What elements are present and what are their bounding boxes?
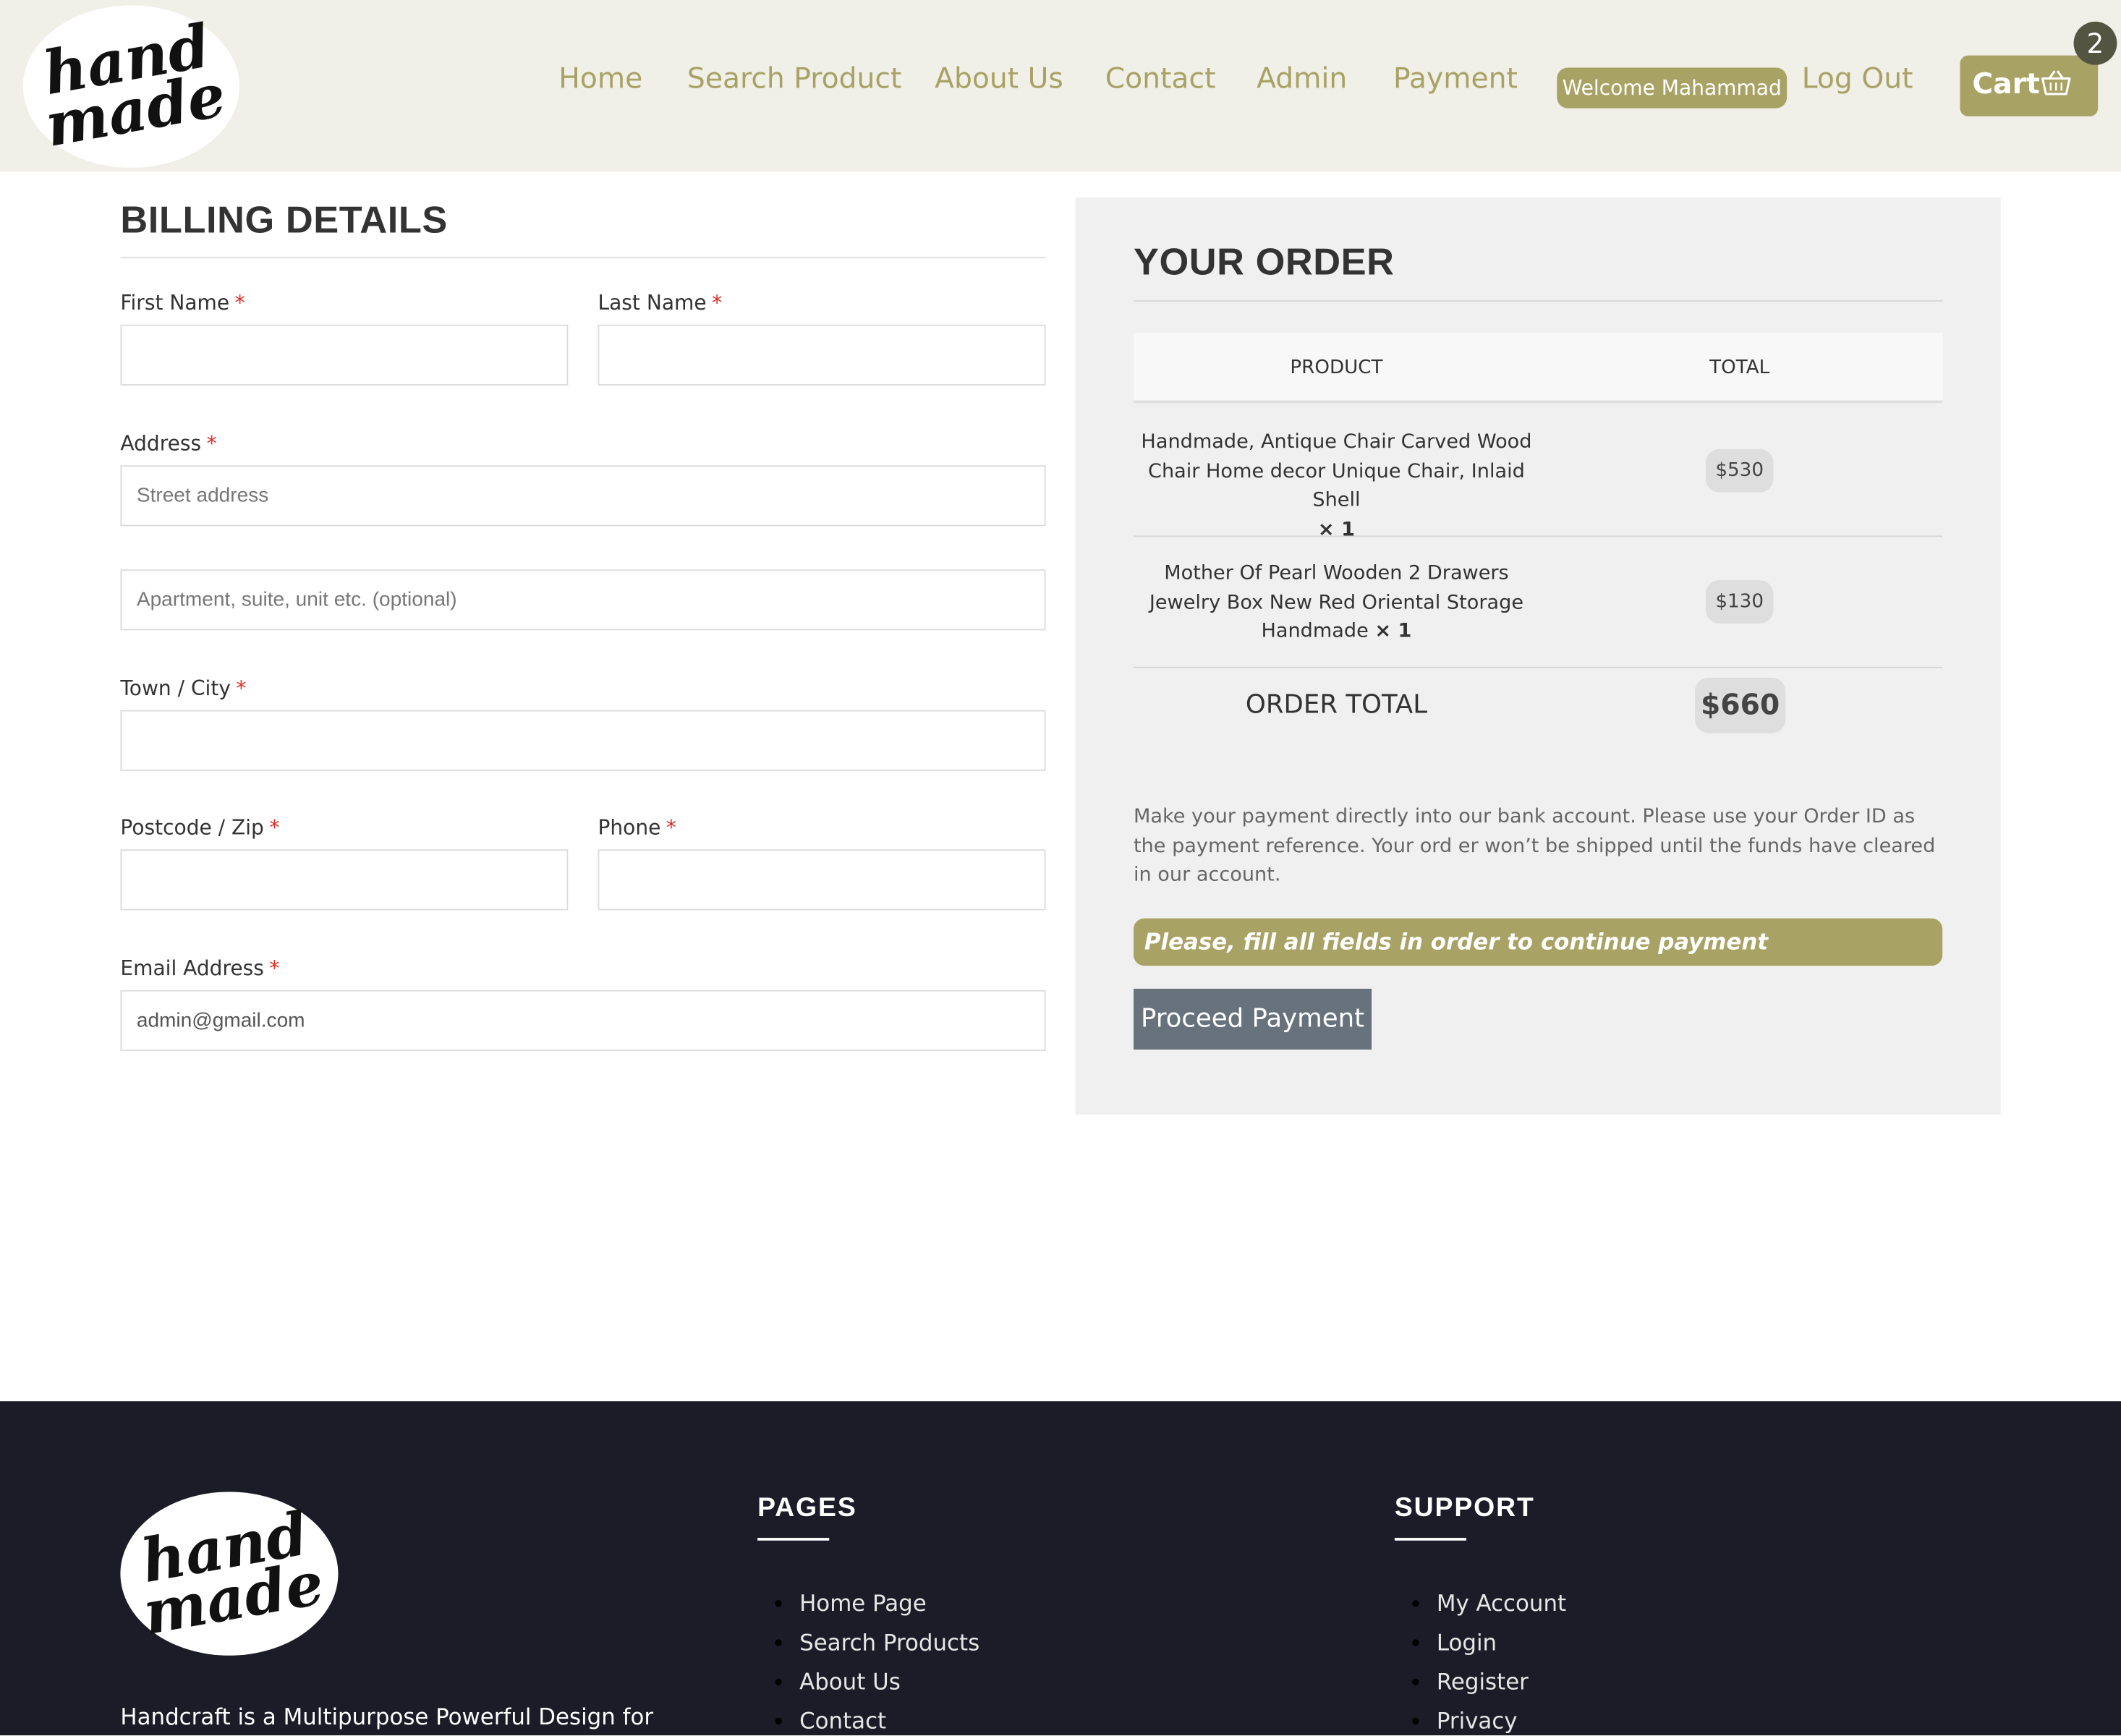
col-product: PRODUCT [1290, 357, 1383, 379]
order-table-header: PRODUCT TOTAL [1133, 332, 1943, 404]
nav-search-product[interactable]: Search Product [687, 62, 901, 95]
required-mark: * [712, 291, 723, 315]
phone-label: Phone * [598, 815, 676, 841]
order-item-name: Handmade, Antique Chair Carved Wood Chai… [1141, 431, 1532, 541]
order-item-price: $530 [1705, 448, 1774, 493]
required-mark: * [269, 956, 280, 981]
footer-support-underline [1394, 1538, 1466, 1541]
billing-divider [120, 257, 1046, 259]
footer-support-title: SUPPORT [1394, 1493, 1535, 1523]
basket-icon [2041, 70, 2071, 95]
nav-home[interactable]: Home [558, 62, 642, 95]
footer-link-contact[interactable]: Contact [798, 1701, 979, 1736]
footer-link-register[interactable]: Register [1435, 1662, 1566, 1701]
order-item-qty: × 1 [1374, 621, 1412, 643]
footer-link-home-page[interactable]: Home Page [798, 1584, 979, 1623]
logout-link[interactable]: Log Out [1802, 62, 1913, 95]
town-city-field[interactable] [120, 710, 1046, 771]
payment-note: Make your payment directly into our bank… [1133, 806, 1936, 886]
postcode-field[interactable] [120, 849, 569, 911]
order-divider [1133, 300, 1943, 302]
footer-link-login[interactable]: Login [1435, 1623, 1566, 1662]
order-total-value: $660 [1694, 677, 1786, 733]
required-mark: * [234, 291, 245, 315]
last-name-field[interactable] [598, 324, 1046, 386]
phone-field[interactable] [598, 849, 1046, 911]
site-header: hand made Home Search Product About Us C… [0, 0, 2121, 172]
required-mark: * [236, 676, 247, 701]
footer-support-list: My Account Login Register Privacy [1416, 1584, 1566, 1736]
row-divider [1133, 535, 1943, 537]
footer-logo[interactable]: hand made [120, 1492, 339, 1656]
first-name-label: First Name * [120, 291, 245, 315]
nav-about-us[interactable]: About Us [935, 62, 1063, 95]
apartment-input[interactable] [122, 571, 1045, 629]
required-mark: * [666, 815, 676, 841]
cart-button[interactable]: Cart [1960, 55, 2099, 116]
street-address-field[interactable] [120, 465, 1046, 527]
required-mark: * [206, 431, 217, 456]
required-mark: * [269, 815, 280, 841]
cart-count-badge: 2 [2073, 21, 2117, 65]
address-label: Address * [120, 431, 217, 456]
cart-label: Cart [1972, 67, 2040, 101]
order-item-name: Mother Of Pearl Wooden 2 Drawers Jewelry… [1149, 562, 1524, 643]
nav-admin[interactable]: Admin [1257, 62, 1347, 95]
last-name-label: Last Name * [598, 291, 723, 315]
email-field[interactable] [120, 990, 1046, 1051]
email-label: Email Address * [120, 956, 280, 981]
postcode-label: Postcode / Zip * [120, 815, 280, 841]
billing-title: BILLING DETAILS [120, 198, 448, 241]
order-item-price: $130 [1705, 580, 1774, 624]
phone-input[interactable] [599, 851, 1045, 909]
site-logo[interactable]: hand made [22, 5, 239, 168]
proceed-payment-button[interactable]: Proceed Payment [1133, 988, 1372, 1050]
order-item-qty: × 1 [1317, 519, 1355, 541]
nav-contact[interactable]: Contact [1105, 62, 1216, 95]
welcome-badge: Welcome Mahammad [1557, 67, 1788, 109]
apartment-field[interactable] [120, 569, 1046, 631]
footer-logo-text: hand made [136, 1499, 329, 1648]
first-name-input[interactable] [122, 326, 567, 385]
nav-payment[interactable]: Payment [1393, 62, 1518, 95]
footer-description: Handcraft is a Multipurpose Powerful Des… [120, 1704, 654, 1730]
town-city-input[interactable] [122, 711, 1045, 770]
col-total: TOTAL [1709, 357, 1770, 379]
footer-link-search-products[interactable]: Search Products [798, 1623, 979, 1662]
street-address-input[interactable] [122, 467, 1045, 525]
footer-link-about-us[interactable]: About Us [798, 1662, 979, 1701]
footer-link-my-account[interactable]: My Account [1435, 1584, 1566, 1623]
order-title: YOUR ORDER [1133, 240, 1395, 283]
email-input[interactable] [122, 991, 1045, 1050]
order-total-label: ORDER TOTAL [1245, 689, 1428, 720]
first-name-field[interactable] [120, 324, 569, 386]
footer-link-privacy[interactable]: Privacy [1435, 1701, 1566, 1736]
town-city-label: Town / City * [120, 676, 247, 701]
row-divider [1133, 666, 1943, 668]
validation-warning: Please, fill all fields in order to cont… [1133, 918, 1943, 966]
footer-pages-underline [757, 1538, 830, 1541]
logo-text: hand made [38, 12, 231, 161]
footer-pages-list: Home Page Search Products About Us Conta… [779, 1584, 979, 1736]
postcode-input[interactable] [122, 851, 567, 909]
footer-pages-title: PAGES [757, 1493, 857, 1523]
last-name-input[interactable] [599, 326, 1045, 385]
